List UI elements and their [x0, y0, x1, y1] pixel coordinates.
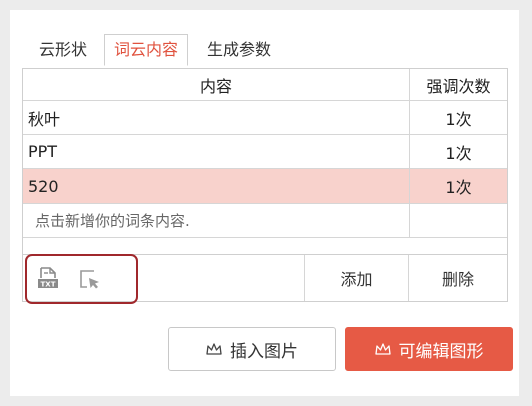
tab-word-cloud-content[interactable]: 词云内容: [104, 34, 189, 66]
tab-bar: 云形状 词云内容 生成参数: [22, 30, 512, 66]
row-count[interactable]: 1次: [409, 135, 507, 168]
insert-image-button[interactable]: 插入图片: [168, 327, 336, 371]
tab-generation-params[interactable]: 生成参数: [198, 36, 280, 64]
editable-shape-button[interactable]: 可编辑图形: [345, 327, 513, 371]
crown-icon: [374, 343, 391, 355]
header-content: 内容: [199, 76, 232, 96]
new-entry-row[interactable]: 点击新增你的词条内容.: [23, 204, 507, 238]
row-content[interactable]: 520: [23, 169, 409, 203]
header-emphasis-count: 强调次数: [409, 69, 507, 100]
table-row[interactable]: 秋叶 1次: [23, 101, 507, 135]
tab-cloud-shape[interactable]: 云形状: [30, 36, 96, 64]
select-cursor-icon[interactable]: [78, 268, 102, 292]
table-row[interactable]: PPT 1次: [23, 135, 507, 169]
table-spacer: [23, 238, 507, 255]
delete-button[interactable]: 删除: [409, 255, 507, 301]
row-count[interactable]: 1次: [409, 169, 507, 203]
table-header: 内容 强调次数: [23, 69, 507, 101]
add-button[interactable]: 添加: [305, 255, 409, 301]
row-content[interactable]: PPT: [23, 135, 409, 168]
table-row-selected[interactable]: 520 1次: [23, 169, 507, 204]
svg-text:TXT: TXT: [41, 281, 56, 289]
insert-image-label: 插入图片: [230, 341, 298, 362]
editable-shape-label: 可编辑图形: [398, 341, 484, 362]
row-content[interactable]: 秋叶: [23, 101, 409, 134]
new-entry-count[interactable]: [409, 204, 507, 237]
new-entry-placeholder[interactable]: 点击新增你的词条内容.: [23, 204, 409, 237]
crown-icon: [206, 343, 222, 355]
txt-import-icon[interactable]: TXT: [37, 267, 59, 291]
row-count[interactable]: 1次: [409, 101, 507, 134]
